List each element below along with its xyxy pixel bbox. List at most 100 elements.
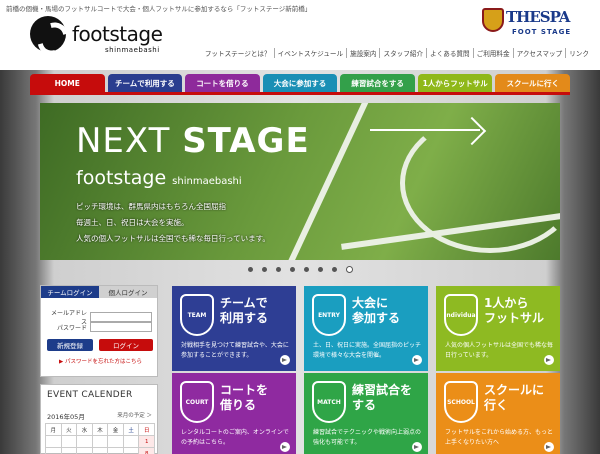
arrow-icon (370, 129, 480, 155)
password-reset-link[interactable]: ▶ パスワードを忘れた方はこちら (59, 357, 142, 365)
thespa-brand-logo[interactable]: THESPA FOOT STAGE (482, 6, 594, 40)
match-emblem-icon: MATCH (312, 381, 346, 423)
password-row: パスワード (47, 322, 152, 332)
school-emblem-icon: SCHOOL (444, 381, 478, 423)
gnav-link[interactable]: フットステージとは？ (202, 48, 274, 58)
slider-dot[interactable] (304, 267, 309, 272)
tab-personal-login[interactable]: 個人ログイン (99, 286, 157, 298)
hero-title: NEXT STAGE (76, 121, 310, 161)
gnav-link[interactable]: スタッフ紹介 (379, 48, 426, 58)
gnav-link[interactable]: 施設案内 (346, 48, 379, 58)
calendar-day[interactable]: 1 (139, 436, 155, 448)
hero-sub-main: footstage (76, 167, 173, 189)
slider-dot[interactable] (332, 267, 337, 272)
card-individual[interactable]: individual 1人から フットサル人気の個人フットサルは全国でも稀な毎日行… (436, 286, 560, 371)
calendar-weekday: 木 (92, 424, 109, 436)
card-school[interactable]: SCHOOL スクールに 行くフットサルをこれから始める方、もっと上手くなりたい方… (436, 373, 560, 454)
card-title: 1人から フットサル (484, 296, 545, 325)
calendar-day[interactable] (46, 436, 62, 448)
arrow-right-icon (280, 355, 290, 365)
calendar-next-link[interactable]: 来月の予定 ＞ (117, 411, 152, 419)
card-entry[interactable]: ENTRY 大会に 参加する 土、日、祝日に実施。全国屈指のピッチ環境で様々な大会を… (304, 286, 428, 371)
calendar-day[interactable] (77, 448, 93, 454)
gnav-link[interactable]: イベントスケジュール (273, 48, 346, 58)
arrow-right-icon (412, 442, 422, 452)
nav-tab[interactable]: スクールに行く (495, 74, 571, 92)
logo-mark-icon (30, 16, 66, 52)
gnav-link[interactable]: ご利用料金 (472, 48, 513, 58)
slider-dots (248, 266, 353, 273)
card-court[interactable]: COURT コートを 借りる レンタルコートのご案内、オンラインでの予約はこちら。 (172, 373, 296, 454)
calendar-month: 2016年05月 (47, 413, 85, 421)
calendar-weekday: 水 (77, 424, 93, 436)
gnav-link[interactable]: リンク (565, 48, 592, 58)
card-match[interactable]: MATCH 練習試合を する 練習試合でテクニックや戦術向上弱点の強化も可能です。 (304, 373, 428, 454)
slider-dot[interactable] (290, 267, 295, 272)
individual-emblem-icon: individual (444, 294, 478, 336)
main-tabs: HOME チームで利用する コートを借りる 大会に参加する 練習試合をする 1人からフット… (30, 74, 571, 92)
calendar-weekday: 月 (46, 424, 62, 436)
hero-line: ピッチ環境は、群馬県内はもちろん全国屈指 (76, 202, 226, 211)
calendar-day[interactable] (92, 436, 109, 448)
calendar-day[interactable] (93, 448, 109, 454)
site-logo[interactable]: footstage shinmaebashi (30, 16, 200, 58)
calendar-day[interactable] (108, 448, 124, 454)
calendar-weekday: 火 (61, 424, 78, 436)
password-label: パスワード (56, 324, 87, 332)
hero-title-light: NEXT (76, 121, 183, 161)
calendar-weekday: 金 (108, 424, 124, 436)
calendar-grid: 月火水木金土日18 (45, 423, 155, 454)
brand-name: THESPA (506, 8, 570, 26)
card-description: 人気の個人フットサルは全国でも稀な毎日行っています。 (445, 342, 554, 359)
court-emblem-icon: COURT (180, 381, 214, 423)
arrow-right-icon (544, 355, 554, 365)
calendar-day[interactable]: 8 (139, 448, 155, 454)
register-button[interactable]: 新規登録 (47, 339, 93, 351)
card-title: スクールに 行く (484, 383, 545, 412)
card-description: 土、日、祝日に実施。全国屈指のピッチ環境で様々な大会を開催。 (313, 342, 422, 359)
hero-subtitle: footstage shinmaebashi (76, 167, 242, 189)
hero-banner: NEXT STAGE footstage shinmaebashi ピッチ環境は… (40, 103, 560, 260)
card-title: コートを 借りる (220, 383, 269, 412)
calendar-day[interactable] (61, 436, 78, 448)
nav-tab[interactable]: 練習試合をする (340, 74, 415, 92)
nav-tab[interactable]: コートを借りる (185, 74, 260, 92)
logo-subtext: shinmaebashi (105, 46, 160, 54)
logo-text: footstage (72, 22, 163, 46)
calendar-day[interactable] (124, 448, 140, 454)
tab-underline (30, 92, 570, 95)
slider-dot[interactable] (262, 267, 267, 272)
nav-tab[interactable]: チームで利用する (107, 74, 183, 92)
password-field[interactable] (90, 322, 152, 332)
slider-dot[interactable] (276, 267, 281, 272)
card-team[interactable]: TEAM チームで 利用する 対戦相手を見つけて練習試合や、大会に参加することができ… (172, 286, 296, 371)
login-box: チームログイン 個人ログイン メールアドレス パスワード 新規登録 ログイン ▶… (40, 285, 158, 377)
brand-subtext: FOOT STAGE (512, 28, 572, 36)
nav-tab[interactable]: 1人からフットサル (417, 74, 493, 92)
hero-sub-small: shinmaebashi (172, 176, 242, 187)
slider-dot[interactable] (318, 267, 323, 272)
arrow-right-icon (544, 442, 554, 452)
nav-tab[interactable]: 大会に参加する (262, 74, 338, 92)
gnav-link[interactable]: よくある質問 (426, 48, 473, 58)
calendar-day[interactable] (62, 448, 78, 454)
calendar-day[interactable] (46, 448, 62, 454)
tab-team-login[interactable]: チームログイン (41, 286, 99, 298)
gnav-link[interactable]: アクセスマップ (512, 48, 566, 58)
calendar-day[interactable] (77, 436, 93, 448)
global-nav: フットステージとは？ イベントスケジュール 施設案内 スタッフ紹介 よくある質問… (202, 48, 592, 58)
slider-dot[interactable] (248, 267, 253, 272)
login-button[interactable]: ログイン (99, 339, 153, 351)
card-description: 対戦相手を見つけて練習試合や、大会に参加することができます。 (181, 342, 289, 359)
calendar-day[interactable] (123, 436, 140, 448)
tab-home[interactable]: HOME (30, 74, 105, 92)
arrow-right-icon (280, 442, 290, 452)
calendar-day[interactable] (108, 436, 124, 448)
calendar-title: EVENT CALENDER (47, 390, 133, 400)
card-description: フットサルをこれから始める方、もっと上手くなりたい方へ (445, 429, 554, 446)
slider-dot[interactable] (346, 266, 353, 273)
calendar-weekday: 土 (123, 424, 140, 436)
calendar-weekday: 日 (139, 424, 155, 436)
email-field[interactable] (90, 312, 152, 322)
hero-line: 毎週土、日、祝日は大会を実施。 (76, 218, 189, 227)
